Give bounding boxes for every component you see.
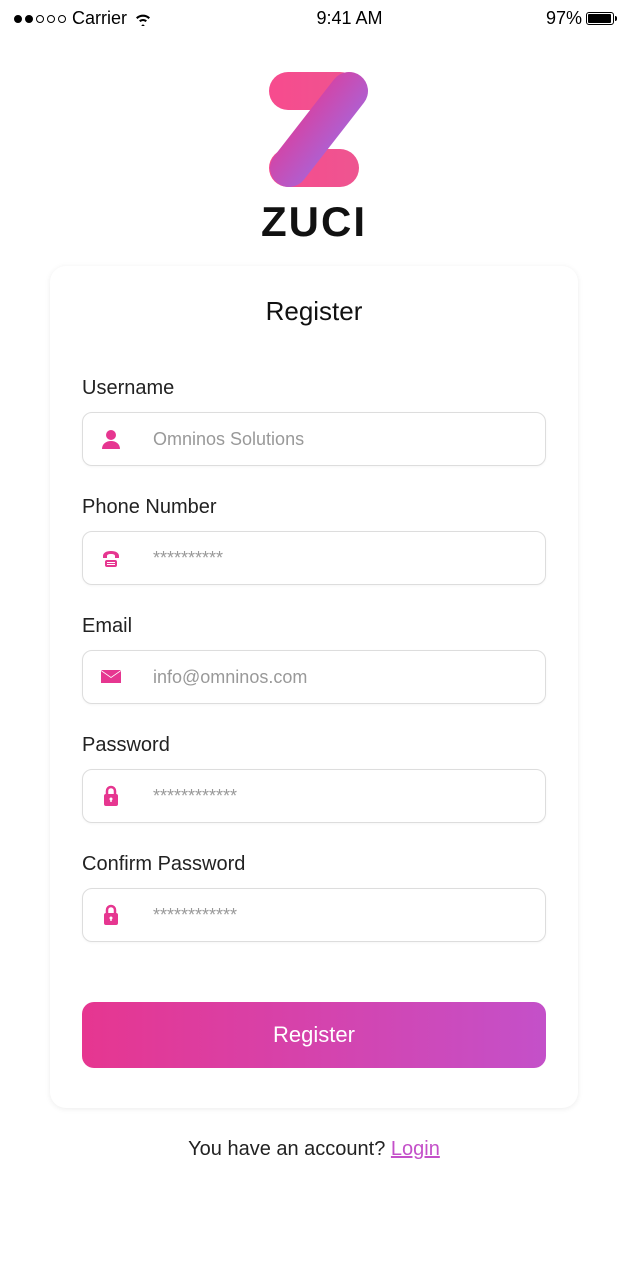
status-bar: Carrier 9:41 AM 97% (0, 0, 628, 37)
register-button[interactable]: Register (82, 1002, 546, 1068)
username-label: Username (82, 377, 546, 400)
email-input[interactable] (153, 667, 529, 688)
password-field-group: Password (82, 734, 546, 823)
battery-icon (586, 12, 614, 25)
password-input[interactable] (153, 786, 529, 807)
user-icon (99, 427, 123, 451)
email-input-wrapper[interactable] (82, 650, 546, 704)
register-card: Register Username Phone Number Email (50, 266, 578, 1108)
password-input-wrapper[interactable] (82, 769, 546, 823)
footer-text: You have an account? Login (0, 1138, 628, 1161)
lock-icon (99, 903, 123, 927)
wifi-icon (133, 12, 153, 26)
email-icon (99, 665, 123, 689)
phone-icon (99, 546, 123, 570)
login-link[interactable]: Login (391, 1138, 440, 1160)
username-field-group: Username (82, 377, 546, 466)
email-label: Email (82, 615, 546, 638)
phone-input-wrapper[interactable] (82, 531, 546, 585)
logo-container: ZUCI (0, 67, 628, 246)
status-right: 97% (546, 8, 614, 29)
phone-input[interactable] (153, 548, 529, 569)
email-field-group: Email (82, 615, 546, 704)
carrier-label: Carrier (72, 8, 127, 29)
phone-field-group: Phone Number (82, 496, 546, 585)
confirm-password-field-group: Confirm Password (82, 853, 546, 942)
signal-strength-icon (14, 15, 66, 23)
status-time: 9:41 AM (316, 8, 382, 29)
lock-icon (99, 784, 123, 808)
battery-percent: 97% (546, 8, 582, 29)
phone-label: Phone Number (82, 496, 546, 519)
confirm-password-label: Confirm Password (82, 853, 546, 876)
username-input-wrapper[interactable] (82, 412, 546, 466)
logo-z-icon (249, 67, 379, 192)
password-label: Password (82, 734, 546, 757)
confirm-password-input-wrapper[interactable] (82, 888, 546, 942)
confirm-password-input[interactable] (153, 905, 529, 926)
footer-prompt: You have an account? (188, 1138, 391, 1160)
username-input[interactable] (153, 429, 529, 450)
card-title: Register (82, 296, 546, 327)
brand-name: ZUCI (261, 198, 367, 246)
status-left: Carrier (14, 8, 153, 29)
